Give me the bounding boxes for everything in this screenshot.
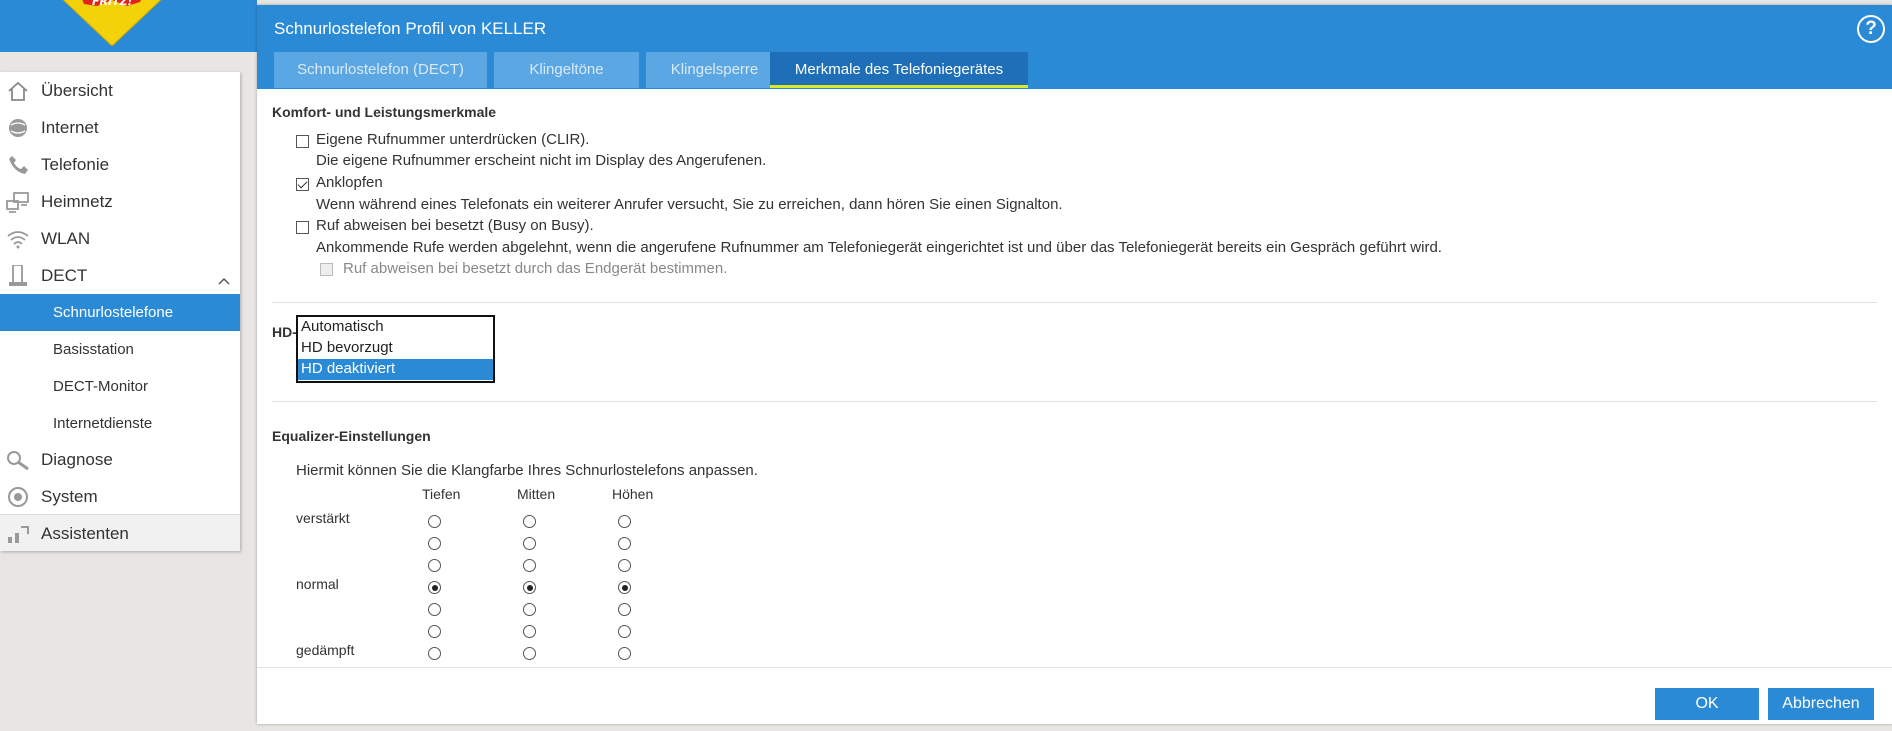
hd-label: HD- — [272, 324, 297, 340]
sidebar-item-diagnose[interactable]: Diagnose — [0, 441, 240, 478]
panel-content: Komfort- und Leistungsmerkmale Eigene Ru… — [257, 89, 1892, 667]
section-title-komfort: Komfort- und Leistungsmerkmale — [272, 104, 497, 120]
eq-radio-höhen-2[interactable] — [618, 559, 631, 572]
sidebar-item-wlan[interactable]: WLAN — [0, 220, 240, 257]
eq-radio-mitten-4[interactable] — [523, 603, 536, 616]
section-title-equalizer: Equalizer-Einstellungen — [272, 428, 431, 444]
panel-header: Schnurlostelefon Profil von KELLER ? Sch… — [257, 5, 1892, 89]
eq-column-hoehen: Höhen — [612, 486, 654, 502]
sidebar-subitem-basisstation[interactable]: Basisstation — [0, 331, 240, 368]
sidebar-item-label: DECT — [41, 266, 88, 285]
sidebar-subitem-label: Schnurlostelefone — [53, 304, 174, 321]
sidebar-subitem-dect-monitor[interactable]: DECT-Monitor — [0, 368, 240, 405]
tab-schnurlostelefon-dect[interactable]: Schnurlostelefon (DECT) — [274, 52, 487, 88]
hd-select-list[interactable]: Automatisch HD bevorzugt HD deaktiviert — [296, 315, 495, 383]
busy-on-busy-label: Ruf abweisen bei besetzt (Busy on Busy). — [316, 217, 594, 234]
eq-column-mitten: Mitten — [517, 486, 556, 502]
eq-radio-mitten-2[interactable] — [523, 559, 536, 572]
sidebar-item-system[interactable]: System — [0, 478, 240, 515]
eq-radio-höhen-6[interactable] — [618, 647, 631, 660]
sidebar-item-label: WLAN — [41, 229, 91, 248]
chevron-up-icon[interactable] — [218, 270, 230, 285]
anklopfen-label: Anklopfen — [316, 174, 383, 191]
eq-row-label-normal: normal — [296, 576, 339, 592]
hd-option-deaktiviert[interactable]: HD deaktiviert — [298, 359, 493, 380]
dialog-panel: Schnurlostelefon Profil von KELLER ? Sch… — [257, 5, 1892, 724]
sidebar-item-uebersicht[interactable]: Übersicht — [0, 72, 240, 109]
system-gear-icon — [6, 486, 30, 508]
sidebar-item-label: Assistenten — [41, 524, 129, 543]
eq-radio-höhen-4[interactable] — [618, 603, 631, 616]
assistant-icon — [6, 523, 30, 545]
hd-option-bevorzugt[interactable]: HD bevorzugt — [298, 338, 493, 359]
sidebar: Übersicht Internet Telefonie Heimnetz WL… — [0, 72, 240, 551]
globe-icon — [6, 117, 30, 139]
home-icon — [6, 80, 30, 102]
eq-radio-mitten-3[interactable] — [523, 581, 536, 594]
diagnose-icon — [6, 449, 30, 471]
eq-radio-mitten-0[interactable] — [523, 515, 536, 528]
sidebar-item-label: Internet — [41, 118, 99, 137]
eq-radio-mitten-5[interactable] — [523, 625, 536, 638]
eq-radio-höhen-1[interactable] — [618, 537, 631, 550]
clir-description: Die eigene Rufnummer erscheint nicht im … — [316, 152, 767, 169]
cancel-button[interactable]: Abbrechen — [1768, 688, 1874, 720]
svg-text:FRITZ!: FRITZ! — [92, 0, 133, 8]
anklopfen-description: Wenn während eines Telefonats ein weiter… — [316, 196, 1063, 213]
hd-option-automatisch[interactable]: Automatisch — [298, 317, 493, 338]
tab-klingelsperre[interactable]: Klingelsperre — [646, 52, 783, 88]
network-icon — [6, 191, 30, 213]
sidebar-subitem-label: Basisstation — [53, 341, 134, 358]
sidebar-subitem-label: Internetdienste — [53, 415, 153, 432]
eq-radio-tiefen-1[interactable] — [428, 537, 441, 550]
clir-label: Eigene Rufnummer unterdrücken (CLIR). — [316, 131, 590, 148]
dect-phone-icon — [6, 264, 30, 287]
divider — [272, 401, 1877, 402]
phone-icon — [6, 154, 30, 176]
eq-row-label-gedaempft: gedämpft — [296, 642, 355, 658]
eq-row-label-verstaerkt: verstärkt — [296, 510, 350, 526]
busy-device-label: Ruf abweisen bei besetzt durch das Endge… — [343, 260, 728, 277]
sidebar-item-internet[interactable]: Internet — [0, 109, 240, 146]
sidebar-item-label: Diagnose — [41, 450, 113, 469]
sidebar-item-label: Übersicht — [41, 81, 113, 100]
sidebar-subitem-label: DECT-Monitor — [53, 378, 149, 395]
eq-radio-tiefen-6[interactable] — [428, 647, 441, 660]
help-button[interactable]: ? — [1857, 15, 1885, 43]
sidebar-item-assistenten[interactable]: Assistenten — [0, 514, 240, 551]
clir-checkbox[interactable] — [296, 135, 309, 148]
sidebar-item-telefonie[interactable]: Telefonie — [0, 146, 240, 183]
eq-radio-höhen-5[interactable] — [618, 625, 631, 638]
eq-radio-tiefen-5[interactable] — [428, 625, 441, 638]
wifi-icon — [6, 228, 30, 250]
ok-button[interactable]: OK — [1655, 688, 1759, 720]
sidebar-item-label: Telefonie — [41, 155, 110, 174]
tab-merkmale-telefoniegeraet[interactable]: Merkmale des Telefoniegerätes — [770, 52, 1028, 88]
fritz-logo: FRITZ! — [52, 0, 172, 47]
busy-on-busy-description: Ankommende Rufe werden abgelehnt, wenn d… — [316, 239, 1442, 256]
sidebar-subitem-schnurlostelefone[interactable]: Schnurlostelefone — [0, 294, 240, 331]
eq-radio-tiefen-3[interactable] — [428, 581, 441, 594]
sidebar-item-label: Heimnetz — [41, 192, 113, 211]
eq-radio-höhen-0[interactable] — [618, 515, 631, 528]
dialog-footer: OK Abbrechen — [257, 667, 1892, 724]
eq-column-tiefen: Tiefen — [422, 486, 461, 502]
eq-radio-höhen-3[interactable] — [618, 581, 631, 594]
busy-device-checkbox[interactable] — [320, 263, 333, 276]
eq-radio-mitten-6[interactable] — [523, 647, 536, 660]
busy-on-busy-checkbox[interactable] — [296, 221, 309, 234]
tab-klingeltoene[interactable]: Klingeltöne — [494, 52, 639, 88]
divider — [272, 302, 1877, 303]
sidebar-item-heimnetz[interactable]: Heimnetz — [0, 183, 240, 220]
sidebar-item-label: System — [41, 487, 98, 506]
eq-radio-tiefen-2[interactable] — [428, 559, 441, 572]
anklopfen-checkbox[interactable] — [296, 178, 309, 191]
equalizer-description: Hiermit können Sie die Klangfarbe Ihres … — [296, 462, 758, 479]
sidebar-item-dect[interactable]: DECT — [0, 257, 240, 294]
eq-radio-mitten-1[interactable] — [523, 537, 536, 550]
eq-radio-tiefen-0[interactable] — [428, 515, 441, 528]
eq-radio-tiefen-4[interactable] — [428, 603, 441, 616]
page-title: Schnurlostelefon Profil von KELLER — [274, 19, 547, 38]
sidebar-subitem-internetdienste[interactable]: Internetdienste — [0, 405, 240, 442]
